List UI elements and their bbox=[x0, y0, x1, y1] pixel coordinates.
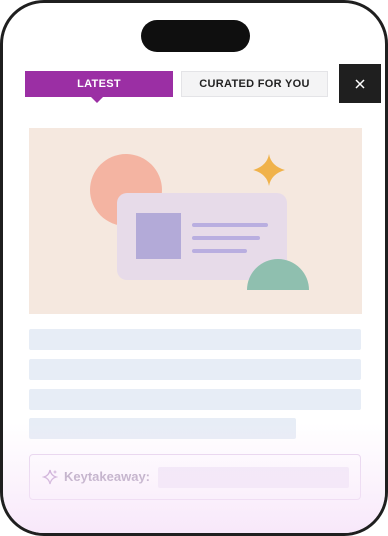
skeleton-line-1 bbox=[29, 329, 361, 350]
tab-curated-for-you[interactable]: CURATED FOR YOU bbox=[181, 71, 328, 97]
close-button[interactable] bbox=[339, 64, 381, 103]
key-takeaway-skeleton bbox=[158, 467, 349, 488]
active-tab-pointer bbox=[91, 97, 103, 103]
tab-latest-label: LATEST bbox=[77, 78, 121, 90]
id-card-line-2 bbox=[192, 236, 260, 240]
id-card-line-1 bbox=[192, 223, 268, 227]
id-card-line-3 bbox=[192, 249, 247, 253]
tab-curated-label: CURATED FOR YOU bbox=[199, 78, 310, 90]
article-illustration bbox=[29, 128, 362, 314]
dynamic-island bbox=[141, 20, 250, 52]
skeleton-line-3 bbox=[29, 389, 361, 410]
tab-bar: LATEST CURATED FOR YOU bbox=[25, 71, 335, 103]
key-takeaway-box: Keytakeaway: bbox=[29, 454, 361, 500]
sparkle-icon bbox=[253, 154, 285, 186]
skeleton-line-4 bbox=[29, 418, 296, 439]
skeleton-line-2 bbox=[29, 359, 361, 380]
tab-latest[interactable]: LATEST bbox=[25, 71, 173, 103]
close-icon bbox=[355, 78, 365, 89]
phone-frame: LATEST CURATED FOR YOU Keytakeaway: bbox=[0, 0, 388, 536]
id-card-photo bbox=[136, 213, 181, 259]
key-takeaway-label: Keytakeaway: bbox=[64, 469, 150, 484]
sparkle-icon bbox=[42, 469, 58, 485]
id-card-illustration bbox=[90, 154, 309, 290]
